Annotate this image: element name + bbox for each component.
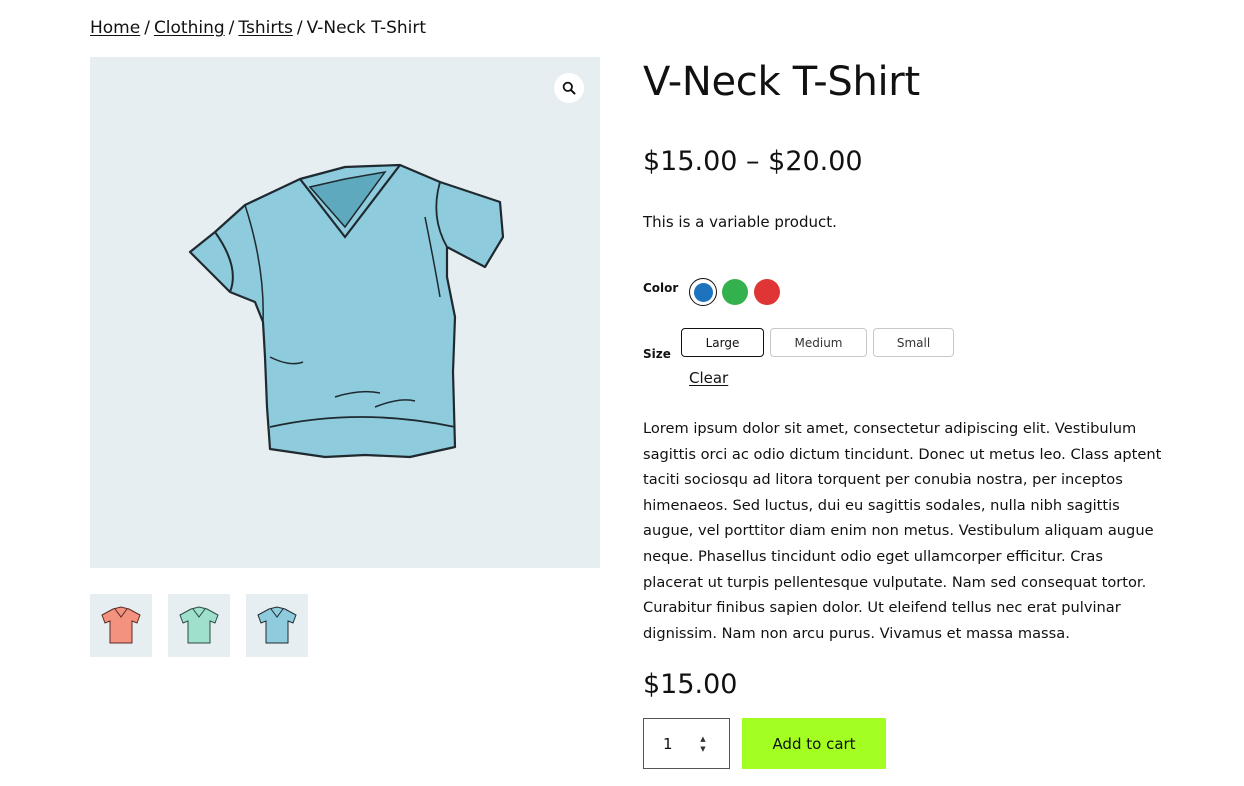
tshirt-red-icon (101, 605, 141, 643)
thumbnail-blue[interactable] (246, 594, 308, 657)
spin-up-icon[interactable]: ▲ (700, 735, 705, 743)
product-title: V-Neck T-Shirt (643, 59, 920, 105)
add-to-cart-button[interactable]: Add to cart (742, 718, 886, 769)
spin-down-icon[interactable]: ▼ (700, 745, 705, 753)
product-description: Lorem ipsum dolor sit amet, consectetur … (643, 420, 1162, 642)
price-range: $15.00 – $20.00 (643, 146, 863, 177)
thumbnail-strip (90, 594, 308, 657)
variation-price: $15.00 (643, 669, 738, 700)
breadcrumb-tshirts-link[interactable]: Tshirts (238, 18, 292, 38)
tshirt-blue-icon (188, 163, 505, 459)
size-small-button[interactable]: Small (873, 328, 954, 357)
breadcrumb-home-link[interactable]: Home (90, 18, 140, 38)
color-label: Color (643, 281, 679, 295)
breadcrumb-current: V-Neck T-Shirt (306, 18, 427, 38)
size-options: Large Medium Small (681, 328, 954, 357)
breadcrumb-clothing-link[interactable]: Clothing (154, 18, 225, 38)
quantity-spinner[interactable]: ▲ ▼ (697, 735, 709, 753)
tshirt-blue-icon (257, 605, 297, 643)
short-description: This is a variable product. (643, 213, 837, 231)
tshirt-green-icon (179, 605, 219, 643)
color-swatch-green[interactable] (721, 278, 749, 306)
color-swatch-red[interactable] (753, 278, 781, 306)
size-large-button[interactable]: Large (681, 328, 764, 357)
magnifier-icon (562, 81, 576, 95)
size-medium-button[interactable]: Medium (770, 328, 867, 357)
breadcrumb-separator: / (296, 18, 303, 38)
breadcrumb-separator: / (228, 18, 235, 38)
zoom-button[interactable] (554, 73, 584, 103)
size-label: Size (643, 347, 671, 361)
product-main-image[interactable] (90, 57, 600, 568)
thumbnail-green[interactable] (168, 594, 230, 657)
clear-selection-link[interactable]: Clear (689, 368, 728, 388)
quantity-stepper[interactable]: 1 ▲ ▼ (643, 718, 730, 769)
breadcrumb: Home / Clothing / Tshirts / V-Neck T-Shirt (90, 16, 426, 40)
breadcrumb-separator: / (144, 18, 150, 38)
color-swatch-blue[interactable] (689, 278, 717, 306)
color-swatches (689, 278, 781, 306)
thumbnail-red[interactable] (90, 594, 152, 657)
quantity-value[interactable]: 1 (663, 735, 699, 753)
